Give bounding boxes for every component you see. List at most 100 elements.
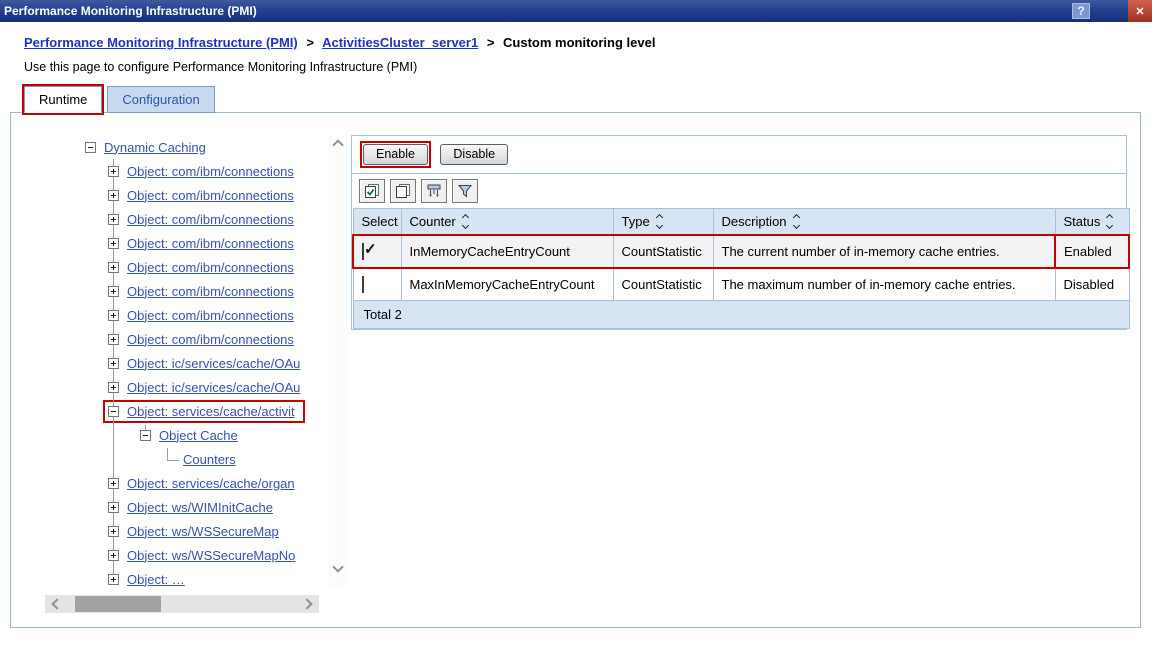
sort-icon[interactable]	[463, 215, 468, 228]
tree-item-label[interactable]: Object: ws/WIMInitCache	[127, 500, 273, 515]
action-button-row: Enable Disable	[352, 136, 1126, 173]
tab-configuration-label: Configuration	[122, 92, 199, 107]
tree-item: Object: com/ibm/connections	[45, 183, 329, 207]
row-checkbox-checked[interactable]	[362, 243, 364, 260]
column-header-select: Select	[353, 209, 401, 236]
collapse-icon[interactable]	[108, 406, 119, 417]
collapse-icon[interactable]	[140, 430, 151, 441]
breadcrumb-separator: >	[306, 35, 314, 50]
scroll-down-icon[interactable]	[332, 561, 343, 572]
expand-icon[interactable]	[108, 574, 119, 585]
table-row-maxinmemorycacheentrycount: MaxInMemoryCacheEntryCount CountStatisti…	[353, 268, 1129, 301]
select-all-icon[interactable]	[359, 179, 385, 203]
breadcrumb-link-pmi[interactable]: Performance Monitoring Infrastructure (P…	[24, 35, 298, 50]
tree-item-label[interactable]: Object: …	[127, 572, 185, 587]
type-cell: CountStatistic	[613, 235, 713, 268]
tree-item-label[interactable]: Object: ws/WSSecureMapNo	[127, 548, 295, 563]
clear-filter-icon[interactable]	[452, 179, 478, 203]
annotation-box: Object: services/cache/activit	[103, 400, 305, 423]
expand-icon[interactable]	[108, 382, 119, 393]
tree-item-label[interactable]: Object: com/ibm/connections	[127, 260, 294, 275]
tree-item-label[interactable]: Object: services/cache/organ	[127, 476, 295, 491]
tree-item-counters: Counters	[45, 447, 329, 471]
tree-item-label[interactable]: Object: ic/services/cache/OAu	[127, 356, 300, 371]
breadcrumb: Performance Monitoring Infrastructure (P…	[24, 35, 1152, 50]
expand-icon[interactable]	[108, 238, 119, 249]
tree-item-label[interactable]: Object: com/ibm/connections	[127, 212, 294, 227]
scroll-up-icon[interactable]	[332, 139, 343, 150]
column-header-status[interactable]: Status	[1055, 209, 1129, 236]
table-header-row: Select Counter Type Description	[353, 209, 1129, 236]
tree-item-label[interactable]: Dynamic Caching	[104, 140, 206, 155]
tree-panel: Dynamic Caching Object: com/ibm/connecti…	[45, 135, 347, 627]
tree-item-label[interactable]: Object: com/ibm/connections	[127, 308, 294, 323]
column-header-description[interactable]: Description	[713, 209, 1055, 236]
close-icon[interactable]: ✕	[1128, 0, 1152, 22]
tree-item: Object: com/ibm/connections	[45, 279, 329, 303]
collapse-icon[interactable]	[85, 142, 96, 153]
tree-item: Object: ic/services/cache/OAu	[45, 351, 329, 375]
tree-item-label[interactable]: Object Cache	[159, 428, 238, 443]
show-filter-icon[interactable]	[421, 179, 447, 203]
expand-icon[interactable]	[108, 358, 119, 369]
help-icon[interactable]: ?	[1072, 3, 1090, 19]
tree-item-label[interactable]: Counters	[183, 452, 236, 467]
sort-icon[interactable]	[794, 215, 799, 228]
scroll-right-icon[interactable]	[301, 598, 312, 609]
tree-item-services-cache-activities: Object: services/cache/activit	[45, 399, 329, 423]
tree-item-label[interactable]: Object: com/ibm/connections	[127, 332, 294, 347]
row-checkbox-unchecked[interactable]	[362, 276, 364, 293]
scrollbar-thumb[interactable]	[75, 596, 161, 612]
tab-configuration[interactable]: Configuration	[107, 86, 214, 113]
tree-item-label[interactable]: Object: com/ibm/connections	[127, 188, 294, 203]
scroll-left-icon[interactable]	[51, 598, 62, 609]
tree-item: Object: ws/WIMInitCache	[45, 495, 329, 519]
expand-icon[interactable]	[108, 262, 119, 273]
tree-item: Object: com/ibm/connections	[45, 303, 329, 327]
tab-runtime[interactable]: Runtime	[24, 86, 102, 113]
tree-item-label[interactable]: Object: com/ibm/connections	[127, 284, 294, 299]
disable-button[interactable]: Disable	[440, 144, 508, 165]
tree-item-label[interactable]: Object: ws/WSSecureMap	[127, 524, 279, 539]
tree-item-label[interactable]: Object: com/ibm/connections	[127, 164, 294, 179]
expand-icon[interactable]	[108, 550, 119, 561]
enable-button[interactable]: Enable	[363, 144, 428, 165]
main-panel: Dynamic Caching Object: com/ibm/connecti…	[10, 112, 1141, 628]
counters-content: Enable Disable	[351, 135, 1127, 627]
window-titlebar: Performance Monitoring Infrastructure (P…	[0, 0, 1152, 22]
tree-item: Object: com/ibm/connections	[45, 327, 329, 351]
tree-item-clipped: Object: …	[45, 567, 329, 591]
expand-icon[interactable]	[108, 478, 119, 489]
tree-item-label[interactable]: Object: ic/services/cache/OAu	[127, 380, 300, 395]
tree-item: Object: ws/WSSecureMap	[45, 519, 329, 543]
expand-icon[interactable]	[108, 526, 119, 537]
breadcrumb-link-server[interactable]: ActivitiesCluster_server1	[322, 35, 478, 50]
pmi-tree: Dynamic Caching Object: com/ibm/connecti…	[45, 135, 329, 591]
table-row-inmemorycacheentrycount: InMemoryCacheEntryCount CountStatistic T…	[353, 235, 1129, 268]
tree-item: Object: ic/services/cache/OAu	[45, 375, 329, 399]
sort-icon[interactable]	[657, 215, 662, 228]
page-description: Use this page to configure Performance M…	[24, 60, 1152, 74]
column-header-counter[interactable]: Counter	[401, 209, 613, 236]
breadcrumb-separator: >	[487, 35, 495, 50]
deselect-all-icon[interactable]	[390, 179, 416, 203]
tree-item-dynamic-caching: Dynamic Caching	[45, 135, 329, 159]
sort-icon[interactable]	[1107, 215, 1112, 228]
tree-item-label[interactable]: Object: services/cache/activit	[127, 404, 295, 419]
annotation-box: Enable	[360, 141, 431, 168]
column-header-type[interactable]: Type	[613, 209, 713, 236]
tree-item-label[interactable]: Object: com/ibm/connections	[127, 236, 294, 251]
expand-icon[interactable]	[108, 502, 119, 513]
table-footer-row: Total 2	[353, 301, 1129, 329]
expand-icon[interactable]	[108, 190, 119, 201]
table-total: Total 2	[353, 301, 1129, 329]
expand-icon[interactable]	[108, 310, 119, 321]
horizontal-scrollbar[interactable]	[45, 595, 319, 613]
expand-icon[interactable]	[108, 286, 119, 297]
tree-item: Object: com/ibm/connections	[45, 255, 329, 279]
status-badge: Disabled	[1055, 268, 1129, 301]
expand-icon[interactable]	[108, 166, 119, 177]
vertical-scrollbar[interactable]	[329, 135, 347, 587]
expand-icon[interactable]	[108, 214, 119, 225]
expand-icon[interactable]	[108, 334, 119, 345]
